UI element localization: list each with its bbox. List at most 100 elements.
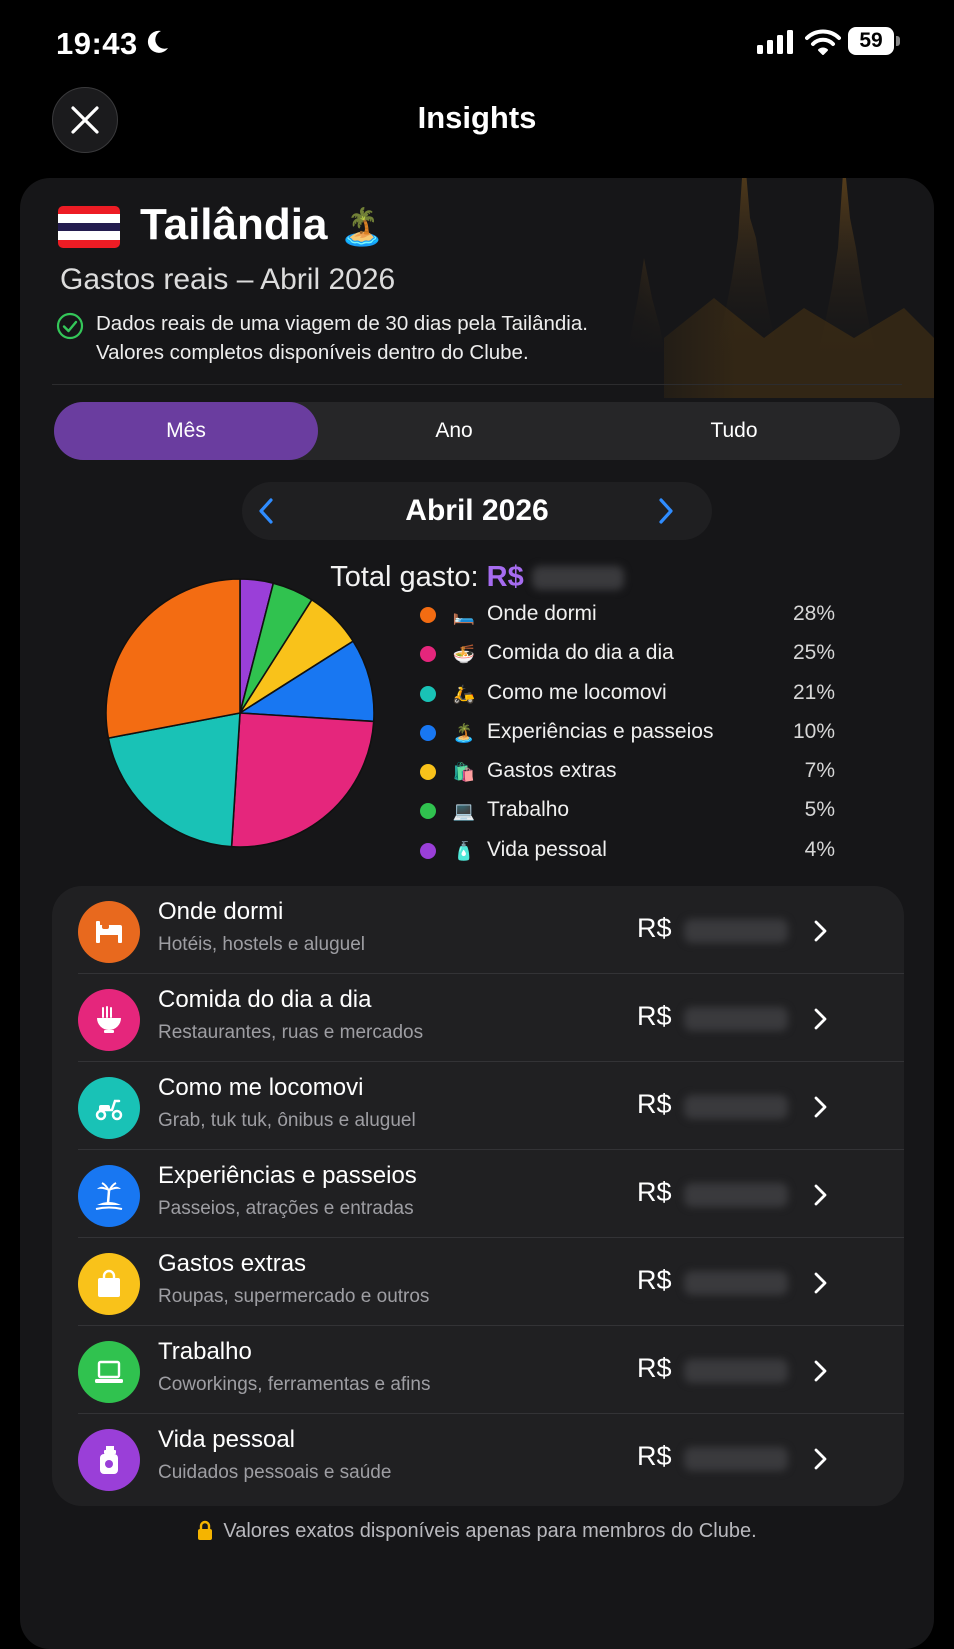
footer-text: Valores exatos disponíveis apenas para m… xyxy=(223,1520,757,1542)
island-icon: 🏝️ xyxy=(452,722,476,743)
legend-percentage: 7% xyxy=(804,759,835,783)
tab-all[interactable]: Tudo xyxy=(624,402,844,460)
check-circle-icon xyxy=(56,312,84,340)
status-time: 19:43 xyxy=(56,26,138,61)
category-amount-blurred xyxy=(684,1271,788,1295)
category-title: Onde dormi xyxy=(158,898,284,925)
legend-color-dot xyxy=(420,607,436,623)
total-value-blurred xyxy=(531,566,624,591)
scooter-icon: 🛵 xyxy=(452,683,476,704)
laptop-icon xyxy=(95,1360,123,1383)
category-row[interactable]: Comida do dia a dia Restaurantes, ruas e … xyxy=(52,974,904,1062)
chevron-right-icon xyxy=(814,1184,827,1206)
legend-color-dot xyxy=(420,724,436,741)
legend-color-dot xyxy=(420,685,436,702)
page-title: Insights xyxy=(417,100,537,135)
status-bar: 19:43 59 xyxy=(0,0,954,86)
category-row[interactable]: Vida pessoal Cuidados pessoais e saúde R$ xyxy=(52,1414,904,1502)
next-month-button[interactable] xyxy=(654,496,676,526)
legend-color-dot xyxy=(420,842,436,859)
category-subtitle: Grab, tuk tuk, ônibus e aluguel xyxy=(158,1110,416,1131)
island-icon xyxy=(95,1182,123,1210)
spending-pie-chart xyxy=(105,578,375,848)
period-segmented-control: Mês Ano Tudo xyxy=(54,402,900,460)
legend-color-dot xyxy=(420,646,436,663)
category-row[interactable]: Onde dormi Hotéis, hostels e aluguel R$ xyxy=(52,886,904,974)
legend-percentage: 25% xyxy=(792,641,835,665)
category-amount-blurred xyxy=(684,919,788,943)
legend-label: Onde dormi xyxy=(487,602,597,625)
page-subtitle: Gastos reais – Abril 2026 xyxy=(60,263,396,296)
category-currency: R$ xyxy=(637,1089,672,1119)
tab-month[interactable]: Mês xyxy=(54,402,318,460)
category-list: Onde dormi Hotéis, hostels e aluguel R$ Com… xyxy=(52,886,904,1506)
category-row[interactable]: Gastos extras Roupas, supermercado e outr… xyxy=(52,1238,904,1326)
wifi-icon xyxy=(805,29,841,55)
category-title: Vida pessoal xyxy=(158,1426,295,1453)
category-subtitle: Hotéis, hostels e aluguel xyxy=(158,934,366,955)
noodle-bowl-icon xyxy=(97,1006,121,1033)
data-note-line2: Valores completos disponíveis dentro do … xyxy=(96,341,529,364)
battery-level: 59 xyxy=(848,27,894,55)
chevron-right-icon xyxy=(814,920,827,942)
category-title: Como me locomovi xyxy=(158,1074,364,1101)
chevron-right-icon xyxy=(814,1008,827,1030)
category-currency: R$ xyxy=(637,1353,672,1383)
tab-year[interactable]: Ano xyxy=(344,402,564,460)
category-title: Trabalho xyxy=(158,1338,252,1365)
category-icon-badge xyxy=(78,1077,140,1139)
lotion-bottle-icon: 🧴 xyxy=(452,840,476,861)
category-currency: R$ xyxy=(637,1441,672,1471)
lotion-bottle-icon xyxy=(100,1446,118,1474)
legend-percentage: 5% xyxy=(804,798,835,822)
legend-label: Comida do dia a dia xyxy=(487,641,674,665)
category-subtitle: Passeios, atrações e entradas xyxy=(158,1198,414,1219)
legend-label: Vida pessoal xyxy=(487,837,607,861)
chevron-right-icon xyxy=(814,1360,827,1382)
legend-item: 🧴 Vida pessoal 4% xyxy=(420,832,840,871)
category-amount-blurred xyxy=(684,1359,788,1383)
category-icon-badge xyxy=(78,1165,140,1227)
legend-label: Trabalho xyxy=(487,798,570,822)
legend-label: Experiências e passeios xyxy=(487,719,714,743)
category-subtitle: Coworkings, ferramentas e afins xyxy=(158,1374,431,1395)
total-currency: R$ xyxy=(486,561,524,593)
legend-percentage: 28% xyxy=(792,602,835,625)
legend-label: Como me locomovi xyxy=(487,680,667,704)
legend-percentage: 10% xyxy=(792,719,835,743)
data-note: Dados reais de uma viagem de 30 dias pel… xyxy=(96,309,716,367)
legend-item: 🛍️ Gastos extras 7% xyxy=(420,753,840,792)
insights-card: Tailândia 🏝️ Gastos reais – Abril 2026 D… xyxy=(20,178,934,1649)
category-icon-badge xyxy=(78,1429,140,1491)
category-title: Experiências e passeios xyxy=(158,1162,417,1189)
category-icon-badge xyxy=(78,1341,140,1403)
category-amount-blurred xyxy=(684,1095,788,1119)
category-subtitle: Roupas, supermercado e outros xyxy=(158,1286,430,1307)
category-row[interactable]: Trabalho Coworkings, ferramentas e afins R… xyxy=(52,1326,904,1414)
battery-icon: 59 xyxy=(848,27,902,57)
legend-color-dot xyxy=(420,803,436,820)
category-amount-blurred xyxy=(684,1447,788,1471)
noodle-bowl-icon: 🍜 xyxy=(452,644,476,665)
category-amount-blurred xyxy=(684,1007,788,1031)
thailand-flag-icon xyxy=(58,206,120,248)
pie-slice-onde-dormi xyxy=(105,578,241,740)
legend-percentage: 21% xyxy=(792,680,835,704)
members-footer-note: Valores exatos disponíveis apenas para m… xyxy=(20,1520,934,1543)
legend-label: Gastos extras xyxy=(487,759,617,783)
month-selector: Abril 2026 xyxy=(242,482,712,540)
lock-icon xyxy=(198,1520,213,1540)
current-month-label: Abril 2026 xyxy=(405,494,549,527)
category-row[interactable]: Experiências e passeios Passeios, atraçõe… xyxy=(52,1150,904,1238)
category-currency: R$ xyxy=(637,1001,672,1031)
chevron-right-icon xyxy=(814,1096,827,1118)
legend-item: 🍜 Comida do dia a dia 25% xyxy=(420,635,840,674)
shopping-bag-icon: 🛍️ xyxy=(452,762,476,783)
legend-item: 💻 Trabalho 5% xyxy=(420,792,840,831)
pie-slice-comida-do-dia-a-dia xyxy=(230,712,375,848)
chevron-right-icon xyxy=(814,1272,827,1294)
category-row[interactable]: Como me locomovi Grab, tuk tuk, ônibus e … xyxy=(52,1062,904,1150)
legend-percentage: 4% xyxy=(804,837,835,861)
cellular-signal-icon xyxy=(757,30,793,54)
category-icon-badge xyxy=(78,1253,140,1315)
